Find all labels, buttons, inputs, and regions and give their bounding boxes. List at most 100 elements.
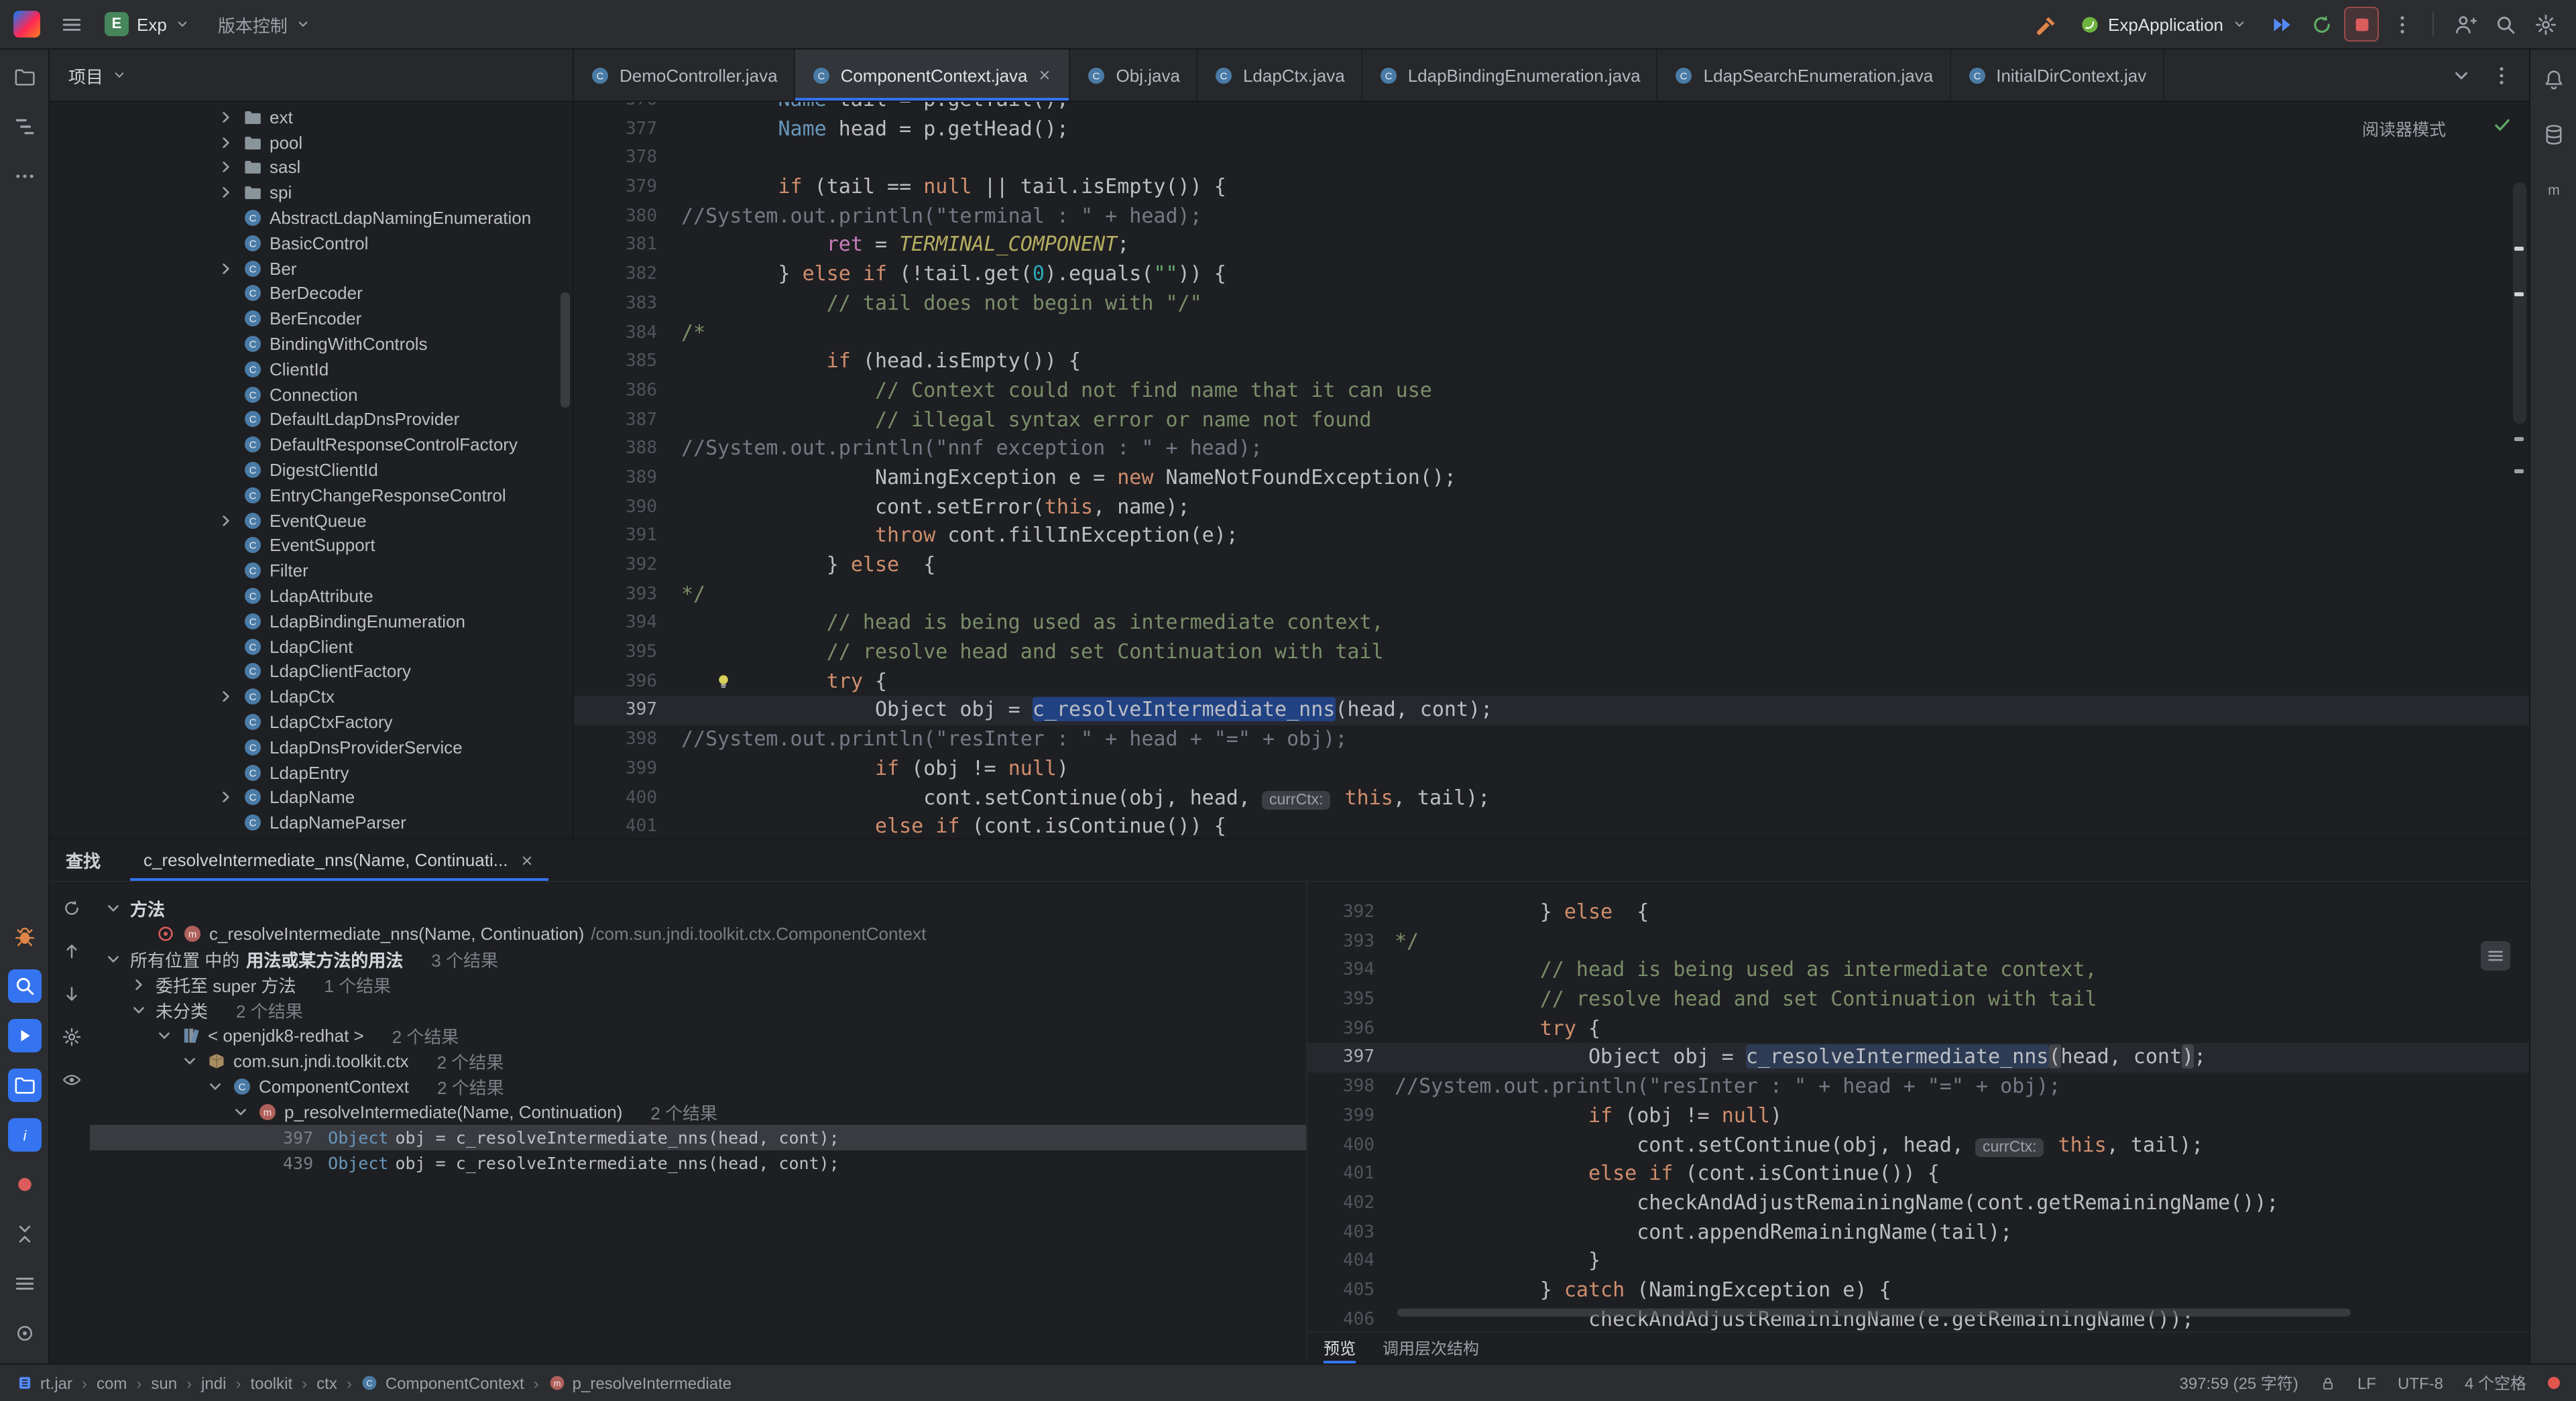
editor-tab[interactable]: CLdapCtx.java — [1197, 50, 1362, 101]
code-line-382[interactable]: 382 } else if (!tail.get(0).equals("")) … — [574, 260, 2529, 289]
code-line-398[interactable]: 398//System.out.println("resInter : " + … — [574, 725, 2529, 754]
editor-tab[interactable]: CLdapSearchEnumeration.java — [1658, 50, 1951, 101]
find-tree-row[interactable]: mp_resolveIntermediate(Name, Continuatio… — [90, 1099, 1306, 1125]
database-tool-icon[interactable] — [2536, 118, 2570, 151]
editor-tab[interactable]: CLdapBindingEnumeration.java — [1362, 50, 1658, 101]
indent-style[interactable]: 4 个空格 — [2465, 1372, 2526, 1394]
code-line-395[interactable]: 395 // resolve head and set Continuation… — [1307, 985, 2529, 1014]
code-line-385[interactable]: 385 if (head.isEmpty()) { — [574, 347, 2529, 376]
project-tree-item[interactable]: CLdapEntry — [50, 759, 573, 785]
debugger-tool-icon[interactable] — [7, 920, 41, 953]
code-line-384[interactable]: 384/* — [574, 318, 2529, 347]
preview-toggle-icon[interactable] — [57, 1064, 86, 1094]
run-configuration-selector[interactable]: ExpApplication — [2069, 5, 2258, 43]
preview-hscrollbar[interactable] — [1397, 1308, 2351, 1317]
code-line-381[interactable]: 381 ret = TERMINAL_COMPONENT; — [574, 231, 2529, 260]
structure-tool-icon[interactable] — [7, 110, 41, 143]
previous-occurrence-icon[interactable] — [57, 936, 86, 965]
code-line-376[interactable]: 376 Name tail = p.getTail(); — [574, 102, 2529, 115]
resume-program-icon[interactable] — [2264, 7, 2298, 42]
code-line-389[interactable]: 389 NamingException e = new NameNotFound… — [574, 464, 2529, 493]
next-occurrence-icon[interactable] — [57, 979, 86, 1008]
code-line-395[interactable]: 395 // resolve head and set Continuation… — [574, 638, 2529, 667]
intention-bulb-icon[interactable] — [713, 672, 734, 692]
code-line-397[interactable]: 397 Object obj = c_resolveIntermediate_n… — [574, 696, 2529, 725]
editor-tab[interactable]: CObj.java — [1071, 50, 1197, 101]
project-tree-item[interactable]: spi — [50, 180, 573, 206]
project-tree-item[interactable]: CLdapName — [50, 785, 573, 810]
find-tree-row[interactable]: com.sun.jndi.toolkit.ctx2 个结果 — [90, 1048, 1306, 1074]
editor-tab[interactable]: CComponentContext.java — [795, 50, 1071, 101]
code-line-396[interactable]: 396 try { — [1307, 1015, 2529, 1044]
project-tree-item[interactable]: CBasicControl — [50, 231, 573, 256]
find-tree-row[interactable]: 方法 — [90, 896, 1306, 921]
close-icon[interactable] — [518, 852, 534, 868]
code-line-401[interactable]: 401 else if (cont.isContinue()) { — [574, 812, 2529, 837]
code-line-377[interactable]: 377 Name head = p.getHead(); — [574, 115, 2529, 143]
code-with-me-icon[interactable] — [2447, 7, 2482, 42]
project-tree-item[interactable]: pool — [50, 130, 573, 156]
code-line-401[interactable]: 401 else if (cont.isContinue()) { — [1307, 1160, 2529, 1189]
find-settings-icon[interactable] — [57, 1022, 86, 1051]
project-tree-item[interactable]: CLdapNameParser — [50, 810, 573, 836]
lock-icon[interactable] — [2320, 1375, 2336, 1391]
settings-icon[interactable] — [2528, 7, 2563, 42]
find-tool-icon[interactable] — [7, 969, 41, 1003]
close-tab-icon[interactable] — [1037, 67, 1053, 83]
code-line-379[interactable]: 379 if (tail == null || tail.isEmpty()) … — [574, 173, 2529, 202]
breadcrumb-item[interactable]: sun — [151, 1374, 177, 1392]
coverage-tool-icon[interactable] — [7, 1317, 41, 1350]
code-line-398[interactable]: 398//System.out.println("resInter : " + … — [1307, 1073, 2529, 1101]
find-tree-row[interactable]: 439Object obj = c_resolveIntermediate_nn… — [90, 1150, 1306, 1176]
code-line-396[interactable]: 396 try { — [574, 668, 2529, 696]
code-line-386[interactable]: 386 // Context could not find name that … — [574, 377, 2529, 406]
hidden-tabs-icon[interactable] — [2443, 58, 2478, 93]
notification-badge[interactable] — [2548, 1377, 2560, 1389]
project-tree-item[interactable]: CDefaultLdapDnsProvider — [50, 407, 573, 432]
project-tree-item[interactable]: CBerEncoder — [50, 306, 573, 332]
code-line-405[interactable]: 405 } catch (NamingException e) { — [1307, 1276, 2529, 1305]
main-menu-icon[interactable] — [54, 7, 89, 42]
reader-mode-toggle[interactable]: 阅读器模式 — [2362, 115, 2446, 141]
stop-icon[interactable] — [2344, 7, 2379, 42]
project-tree-item[interactable]: CLdapCtxFactory — [50, 709, 573, 735]
scrollbar-thumb[interactable] — [2513, 182, 2526, 424]
editor-tab[interactable]: CInitialDirContext.jav — [1950, 50, 2164, 101]
project-scrollbar[interactable] — [561, 292, 570, 408]
project-tree-item[interactable]: CLdapClientFactory — [50, 659, 573, 684]
info-tool-icon[interactable]: i — [7, 1118, 41, 1152]
code-line-392[interactable]: 392 } else { — [574, 551, 2529, 580]
find-tree-row[interactable]: 委托至 super 方法1 个结果 — [90, 972, 1306, 997]
menu-tool-icon[interactable] — [7, 1267, 41, 1300]
code-line-394[interactable]: 394 // head is being used as intermediat… — [574, 609, 2529, 638]
rerun-application-icon[interactable] — [2304, 7, 2339, 42]
code-line-397[interactable]: 397 Object obj = c_resolveIntermediate_n… — [1307, 1044, 2529, 1073]
code-editor[interactable]: 376 Name tail = p.getTail();377 Name hea… — [574, 102, 2529, 837]
search-everywhere-icon[interactable] — [2487, 7, 2522, 42]
build-hammer-icon[interactable] — [2029, 7, 2064, 42]
find-tree-row[interactable]: 所有位置 中的 用法或某方法的用法3 个结果 — [90, 947, 1306, 972]
breadcrumb-item[interactable]: jndi — [201, 1374, 226, 1392]
breadcrumb-item[interactable]: com — [97, 1374, 127, 1392]
vcs-widget[interactable]: 版本控制 — [207, 5, 323, 43]
breadcrumb-item[interactable]: ctx — [316, 1374, 337, 1392]
project-tree-item[interactable]: CBindingWithControls — [50, 331, 573, 357]
project-tree-item[interactable]: CLdapClient — [50, 633, 573, 659]
run-tool-icon[interactable] — [7, 1019, 41, 1052]
record-tool-icon[interactable] — [7, 1168, 41, 1201]
collapse-tool-icon[interactable] — [7, 1217, 41, 1251]
explorer-tool-icon[interactable] — [7, 1069, 41, 1102]
project-tree-item[interactable]: CLdapBindingEnumeration — [50, 609, 573, 634]
find-tree-row[interactable]: CComponentContext2 个结果 — [90, 1074, 1306, 1099]
find-tree-row[interactable]: mc_resolveIntermediate_nns(Name, Continu… — [90, 921, 1306, 947]
project-tree-item[interactable]: CClientId — [50, 357, 573, 382]
project-tree-item[interactable]: ext — [50, 105, 573, 130]
file-encoding[interactable]: UTF-8 — [2398, 1374, 2443, 1392]
project-panel-header[interactable]: 项目 — [50, 50, 573, 102]
find-results-tab[interactable]: c_resolveIntermediate_nns(Name, Continua… — [130, 839, 548, 881]
breadcrumb-item[interactable]: rt.jar — [16, 1374, 72, 1392]
editor-scrollbar[interactable] — [2510, 102, 2529, 837]
project-tool-icon[interactable] — [7, 60, 41, 94]
preview-editor[interactable]: 392 } else {393*/394 // head is being us… — [1307, 882, 2529, 1331]
code-line-399[interactable]: 399 if (obj != null) — [1307, 1102, 2529, 1131]
